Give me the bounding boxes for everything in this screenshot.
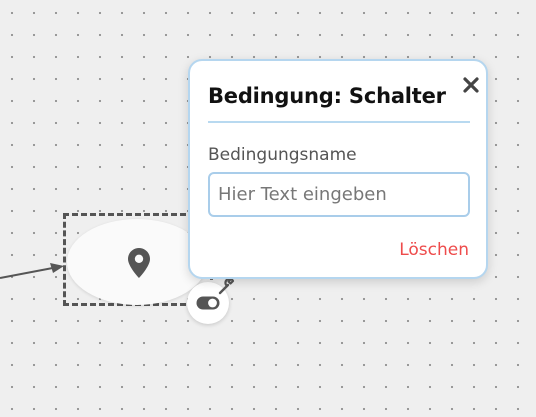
map-marker-icon: [128, 248, 150, 278]
title-divider: [208, 121, 470, 123]
condition-name-input[interactable]: [208, 172, 470, 217]
delete-button[interactable]: Löschen: [399, 240, 469, 260]
condition-name-label: Bedingungsname: [208, 145, 357, 165]
dialog-title: Bedingung: Schalter: [208, 84, 446, 108]
flow-canvas[interactable]: Bedingung: Schalter Bedingungsname Lösch…: [0, 0, 536, 417]
condition-dialog: Bedingung: Schalter Bedingungsname Lösch…: [188, 59, 488, 279]
wrench-icon[interactable]: [216, 277, 236, 297]
toggle-switch-icon: [196, 296, 220, 310]
close-icon[interactable]: [460, 74, 482, 96]
